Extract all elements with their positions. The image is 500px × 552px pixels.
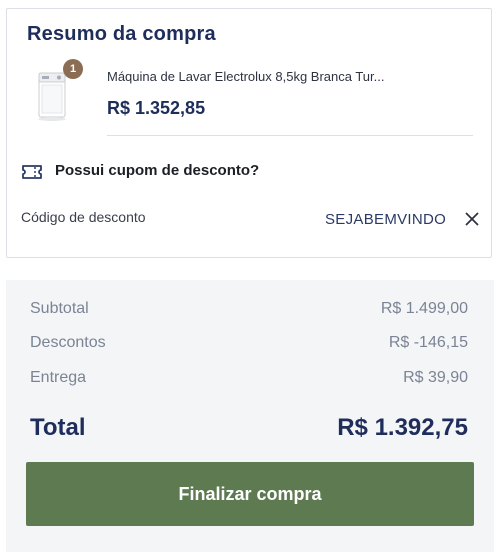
quantity-badge: 1 [63, 59, 83, 79]
remove-coupon-button[interactable] [463, 210, 481, 228]
total-row: Total R$ 1.392,75 [30, 414, 468, 442]
product-name: Máquina de Lavar Electrolux 8,5kg Branca… [107, 69, 385, 84]
total-value: R$ 1.392,75 [337, 414, 468, 441]
subtotal-label: Subtotal [30, 300, 89, 317]
discounts-label: Descontos [30, 334, 106, 351]
discount-code-label: Código de desconto [21, 209, 146, 225]
total-label: Total [30, 414, 86, 441]
subtotal-value: R$ 1.499,00 [380, 300, 468, 317]
applied-coupon-code: SEJABEMVINDO [325, 211, 447, 228]
close-icon [465, 212, 479, 226]
product-price: R$ 1.352,85 [107, 98, 206, 118]
discounts-row: Descontos R$ -146,15 [30, 334, 468, 352]
delivery-label: Entrega [30, 369, 87, 386]
delivery-value: R$ 39,90 [403, 369, 468, 386]
delivery-row: Entrega R$ 39,90 [30, 369, 468, 387]
discounts-value: R$ -146,15 [388, 334, 468, 351]
finish-purchase-button[interactable]: Finalizar compra [26, 462, 474, 526]
order-summary-card: Resumo da compra 1 Máquina de Lavar Elec… [6, 8, 492, 258]
order-summary-title: Resumo da compra [27, 23, 216, 45]
subtotal-row: Subtotal R$ 1.499,00 [30, 300, 468, 318]
ticket-icon [21, 163, 43, 181]
divider [107, 135, 473, 136]
price-summary: Subtotal R$ 1.499,00 Descontos R$ -146,1… [6, 280, 494, 552]
coupon-question: Possui cupom de desconto? [55, 162, 260, 179]
